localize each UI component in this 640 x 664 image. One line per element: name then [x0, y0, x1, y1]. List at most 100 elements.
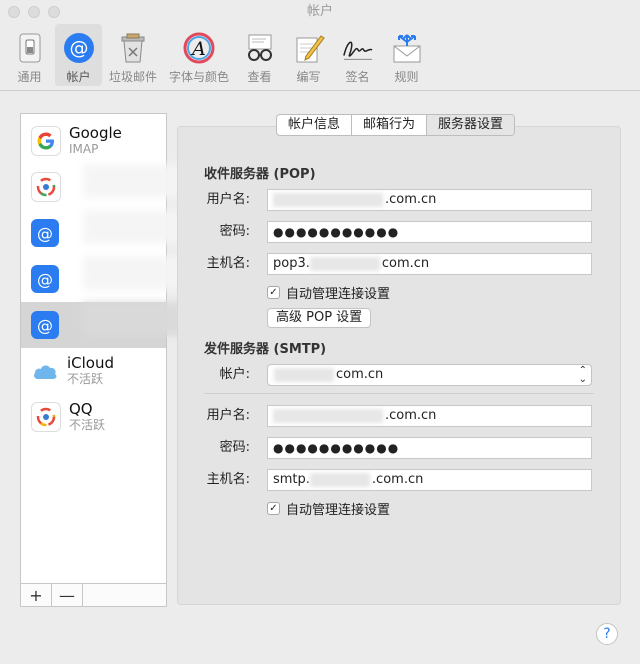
account-item-qq[interactable]: QQ 不活跃 — [21, 394, 166, 440]
outgoing-account-select[interactable]: com.cn ⌃ ⌄ — [267, 364, 592, 386]
toolbar-composing[interactable]: 编写 — [285, 24, 332, 86]
incoming-server-title: 收件服务器 (POP) — [204, 167, 316, 182]
incoming-host-suffix: com.cn — [381, 256, 430, 271]
redacted-text — [309, 256, 380, 271]
at-sign-icon: @ — [63, 32, 95, 64]
font-color-icon: A — [183, 32, 215, 64]
zoom-window-button[interactable] — [48, 6, 60, 18]
incoming-host-label: 主机名: — [206, 256, 250, 271]
preferences-toolbar: 通用 @ 帐户 垃圾邮件 A 字体与颜色 查看 编写 签名 规则 — [0, 24, 640, 90]
svg-text:@: @ — [69, 37, 88, 59]
redacted-text — [273, 192, 383, 207]
incoming-username-label: 用户名: — [206, 192, 250, 207]
incoming-password-field[interactable]: ●●●●●●●●●●● — [267, 221, 592, 243]
at-sign-icon: @ — [31, 265, 59, 293]
toolbar-signatures-label: 签名 — [345, 70, 370, 84]
account-name: QQ — [69, 400, 93, 418]
account-item-google[interactable]: Google IMAP — [21, 118, 166, 164]
toolbar-rules[interactable]: 规则 — [383, 24, 430, 86]
mail-preferences-window: 帐户 通用 @ 帐户 垃圾邮件 A 字体与颜色 查看 编写 签名 规则 Goog… — [0, 0, 640, 664]
trash-bin-icon — [117, 32, 149, 64]
redacted-text — [309, 472, 370, 487]
outgoing-server-title: 发件服务器 (SMTP) — [204, 342, 327, 357]
settings-tabs: 帐户信息 邮箱行为 服务器设置 — [276, 114, 516, 136]
tab-mailbox-behaviors[interactable]: 邮箱行为 — [352, 115, 428, 135]
outgoing-auto-manage-label: 自动管理连接设置 — [286, 503, 391, 518]
incoming-host-field[interactable]: pop3. com.cn — [267, 253, 592, 275]
checkmark-icon: ✓ — [267, 286, 280, 299]
account-name: Google — [69, 124, 122, 142]
at-sign-icon: @ — [31, 311, 59, 339]
toolbar-signatures[interactable]: 签名 — [334, 24, 381, 86]
mail-provider-icon — [31, 402, 61, 432]
redacted-area — [83, 256, 183, 290]
toolbar-viewing[interactable]: 查看 — [236, 24, 283, 86]
incoming-auto-manage-label: 自动管理连接设置 — [286, 287, 391, 302]
title-bar: 帐户 — [0, 0, 640, 24]
outgoing-auto-manage-checkbox[interactable]: ✓ 自动管理连接设置 — [267, 499, 390, 518]
svg-text:A: A — [190, 38, 206, 60]
toolbar-accounts[interactable]: @ 帐户 — [55, 24, 102, 86]
account-name: iCloud — [67, 354, 115, 372]
at-sign-icon: @ — [31, 219, 59, 247]
redacted-text — [273, 408, 383, 423]
up-down-chevron-icon: ⌃ ⌄ — [578, 365, 587, 385]
google-icon — [31, 126, 61, 156]
outgoing-password-field[interactable]: ●●●●●●●●●●● — [267, 437, 592, 459]
help-button[interactable]: ? — [596, 623, 618, 645]
toolbar-junk-mail-label: 垃圾邮件 — [108, 70, 157, 84]
minimize-window-button[interactable] — [28, 6, 40, 18]
toolbar-accounts-label: 帐户 — [66, 70, 91, 84]
section-divider — [204, 393, 594, 394]
add-account-button[interactable]: + — [21, 584, 52, 606]
close-window-button[interactable] — [8, 6, 20, 18]
outgoing-host-field[interactable]: smtp. .com.cn — [267, 469, 592, 491]
outgoing-account-label: 帐户: — [219, 367, 250, 382]
incoming-auto-manage-checkbox[interactable]: ✓ 自动管理连接设置 — [267, 283, 390, 302]
window-title: 帐户 — [306, 4, 333, 19]
advanced-pop-settings-button[interactable]: 高级 POP 设置 — [267, 308, 372, 328]
outgoing-password-label: 密码: — [219, 440, 250, 455]
checkmark-icon: ✓ — [267, 502, 280, 515]
account-item-icloud[interactable]: iCloud 不活跃 — [21, 348, 166, 394]
remove-account-button[interactable]: — — [52, 584, 83, 606]
redacted-area — [83, 164, 183, 198]
toolbar-viewing-label: 查看 — [247, 70, 272, 84]
account-type: IMAP — [69, 142, 99, 156]
redacted-area — [83, 302, 183, 336]
glasses-icon — [244, 32, 276, 64]
account-list[interactable]: Google IMAP @ @ @ iCloud 不活跃 QQ 不活跃 + — — [20, 113, 183, 607]
toolbar-fonts-colors[interactable]: A 字体与颜色 — [164, 24, 234, 86]
outgoing-host-label: 主机名: — [206, 472, 250, 487]
outgoing-host-suffix: .com.cn — [371, 472, 424, 487]
outgoing-username-label: 用户名: — [206, 408, 250, 423]
toolbar-composing-label: 编写 — [296, 70, 321, 84]
toolbar-general[interactable]: 通用 — [6, 24, 53, 86]
pencil-paper-icon — [293, 32, 325, 64]
redacted-text — [274, 367, 334, 382]
toolbar-junk-mail[interactable]: 垃圾邮件 — [104, 24, 162, 86]
toolbar-divider — [0, 90, 640, 91]
toolbar-rules-label: 规则 — [394, 70, 419, 84]
tab-account-info[interactable]: 帐户信息 — [277, 115, 353, 135]
account-status: 不活跃 — [67, 372, 104, 386]
outgoing-account-value: com.cn — [336, 367, 384, 382]
incoming-host-prefix: pop3. — [273, 256, 310, 271]
outgoing-host-prefix: smtp. — [273, 472, 310, 487]
incoming-password-label: 密码: — [219, 224, 250, 239]
redacted-area — [83, 210, 183, 244]
outgoing-username-field[interactable]: .com.cn — [267, 405, 592, 427]
envelope-arrows-icon — [391, 32, 423, 64]
incoming-username-field[interactable]: .com.cn — [267, 189, 592, 211]
signature-icon — [342, 32, 374, 64]
toolbar-general-label: 通用 — [17, 70, 42, 84]
account-list-footer: + — — [21, 583, 166, 606]
switch-icon — [14, 32, 46, 64]
toolbar-fonts-colors-label: 字体与颜色 — [168, 70, 229, 84]
incoming-username-value: .com.cn — [385, 192, 437, 207]
account-status: 不活跃 — [69, 418, 106, 432]
cloud-icon — [31, 357, 59, 385]
outgoing-username-value: .com.cn — [385, 408, 437, 423]
tab-server-settings[interactable]: 服务器设置 — [427, 115, 515, 135]
mail-provider-icon — [31, 172, 61, 202]
